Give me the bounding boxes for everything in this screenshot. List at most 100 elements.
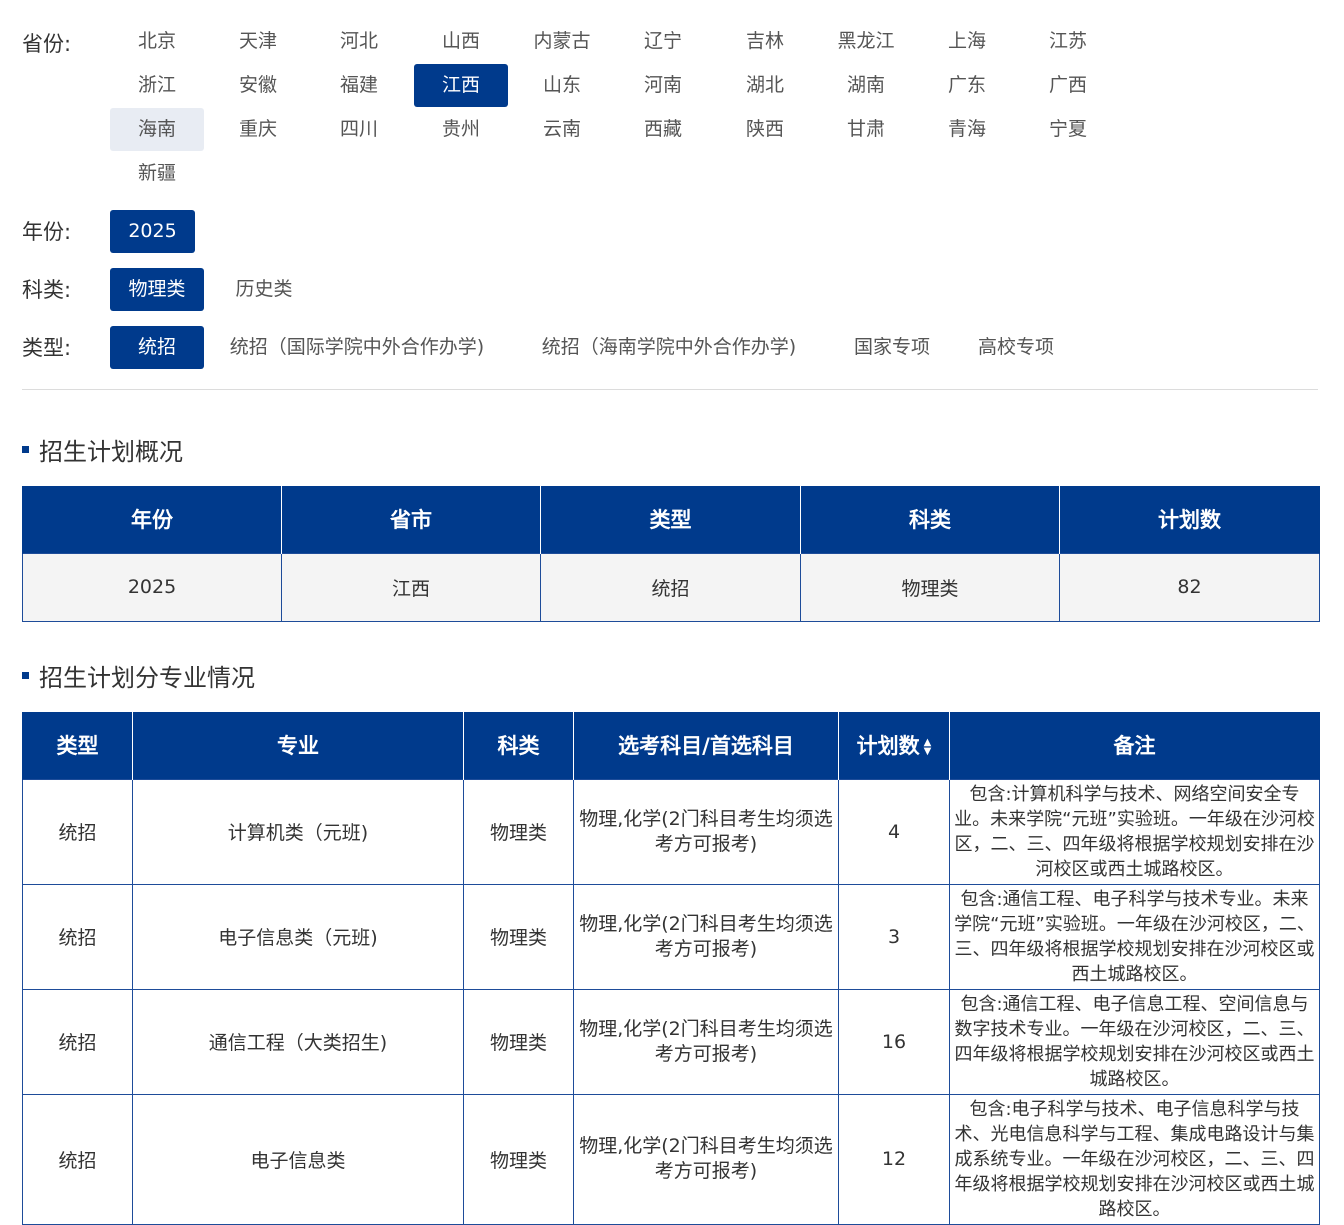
majors-cell-type: 统招 xyxy=(22,883,133,990)
province-option[interactable]: 辽宁 xyxy=(616,20,710,63)
province-option[interactable]: 重庆 xyxy=(211,108,305,151)
summary-header-subject: 科类 xyxy=(800,486,1060,553)
summary-header-type: 类型 xyxy=(540,486,801,553)
province-option[interactable]: 甘肃 xyxy=(819,108,913,151)
table-row: 统招 计算机类（元班) 物理类 物理,化学(2门科目考生均须选考方可报考) 4 包含:计算… xyxy=(22,778,1320,885)
summary-cell-subject: 物理类 xyxy=(800,552,1060,622)
majors-cell-subject: 物理类 xyxy=(463,988,574,1095)
majors-cell-subject: 物理类 xyxy=(463,883,574,990)
province-option[interactable]: 贵州 xyxy=(414,108,508,151)
table-row: 统招 通信工程（大类招生) 物理类 物理,化学(2门科目考生均须选考方可报考) 16 包含… xyxy=(22,988,1320,1095)
province-option[interactable]: 四川 xyxy=(312,108,406,151)
majors-cell-type: 统招 xyxy=(22,778,133,885)
province-option[interactable]: 福建 xyxy=(312,64,406,107)
summary-cell-year: 2025 xyxy=(22,552,282,622)
province-option[interactable]: 宁夏 xyxy=(1021,108,1115,151)
majors-cell-plan-count: 4 xyxy=(838,778,950,885)
summary-title-text: 招生计划概况 xyxy=(39,438,183,466)
type-option-university-special[interactable]: 高校专项 xyxy=(966,326,1066,369)
summary-section-title: 招生计划概况 xyxy=(22,432,183,467)
majors-cell-major: 通信工程（大类招生) xyxy=(132,988,464,1095)
province-option[interactable]: 湖北 xyxy=(718,64,812,107)
province-option[interactable]: 陕西 xyxy=(718,108,812,151)
province-label: 省份: xyxy=(22,32,72,56)
province-option[interactable]: 山东 xyxy=(515,64,609,107)
majors-header-row: 类型 专业 科类 选考科目/首选科目 计划数 ▲ ▼ 备注 xyxy=(22,712,1320,779)
majors-cell-notes: 包含:通信工程、电子科学与技术专业。未来学院“元班”实验班。一年级在沙河校区，二… xyxy=(949,883,1320,990)
majors-cell-major: 电子信息类 xyxy=(132,1093,464,1225)
summary-cell-province: 江西 xyxy=(281,552,541,622)
province-option[interactable]: 青海 xyxy=(920,108,1014,151)
majors-cell-plan-count: 16 xyxy=(838,988,950,1095)
table-row: 统招 电子信息类 物理类 物理,化学(2门科目考生均须选考方可报考) 12 包含:电子科学… xyxy=(22,1093,1320,1225)
province-option[interactable]: 河北 xyxy=(312,20,406,63)
majors-cell-required-subjects: 物理,化学(2门科目考生均须选考方可报考) xyxy=(573,883,839,990)
sort-icon[interactable]: ▲ ▼ xyxy=(924,738,932,757)
majors-cell-plan-count: 12 xyxy=(838,1093,950,1225)
province-option[interactable]: 吉林 xyxy=(718,20,812,63)
subject-option-history[interactable]: 历史类 xyxy=(217,268,311,311)
province-option[interactable]: 上海 xyxy=(920,20,1014,63)
province-option[interactable]: 内蒙古 xyxy=(515,20,609,63)
majors-cell-notes: 包含:计算机科学与技术、网络空间安全专业。未来学院“元班”实验班。一年级在沙河校… xyxy=(949,778,1320,885)
province-option[interactable]: 海南 xyxy=(110,108,204,151)
section-divider xyxy=(22,389,1318,390)
majors-title-text: 招生计划分专业情况 xyxy=(39,664,255,692)
province-option[interactable]: 广东 xyxy=(920,64,1014,107)
majors-header-required-subjects: 选考科目/首选科目 xyxy=(573,712,839,779)
province-option[interactable]: 浙江 xyxy=(110,64,204,107)
summary-table: 年份 省市 类型 科类 计划数 2025 江西 统招 物理类 82 xyxy=(22,486,1320,622)
year-option-2025[interactable]: 2025 xyxy=(110,210,195,253)
type-filter: 类型: 统招 统招（国际学院中外合作办学) 统招（海南学院中外合作办学) 国家专… xyxy=(22,326,1318,369)
majors-header-major: 专业 xyxy=(132,712,464,779)
province-option[interactable]: 河南 xyxy=(616,64,710,107)
majors-cell-required-subjects: 物理,化学(2门科目考生均须选考方可报考) xyxy=(573,1093,839,1225)
province-option[interactable]: 天津 xyxy=(211,20,305,63)
majors-cell-major: 电子信息类（元班) xyxy=(132,883,464,990)
filter-panel: 省份: 北京 天津 河北 山西 内蒙古 辽宁 吉林 黑龙江 上海 江苏浙江 安徽 福建 江西 山东 河南 湖北… xyxy=(22,20,1318,369)
majors-cell-plan-count: 3 xyxy=(838,883,950,990)
majors-cell-notes: 包含:通信工程、电子信息工程、空间信息与数字技术专业。一年级在沙河校区，二、三、… xyxy=(949,988,1320,1095)
province-option[interactable]: 安徽 xyxy=(211,64,305,107)
majors-cell-major: 计算机类（元班) xyxy=(132,778,464,885)
majors-header-plan-count[interactable]: 计划数 ▲ ▼ xyxy=(838,712,950,779)
province-option[interactable]: 北京 xyxy=(110,20,204,63)
year-label: 年份: xyxy=(22,220,72,244)
subject-label: 科类: xyxy=(22,278,72,302)
summary-cell-plan-count: 82 xyxy=(1059,552,1320,622)
province-option[interactable]: 山西 xyxy=(414,20,508,63)
subject-option-physics[interactable]: 物理类 xyxy=(110,268,204,311)
province-option[interactable]: 黑龙江 xyxy=(819,20,913,63)
table-row: 2025 江西 统招 物理类 82 xyxy=(22,552,1320,622)
summary-header-row: 年份 省市 类型 科类 计划数 xyxy=(22,486,1320,553)
province-option[interactable]: 广西 xyxy=(1021,64,1115,107)
majors-cell-subject: 物理类 xyxy=(463,778,574,885)
majors-header-type: 类型 xyxy=(22,712,133,779)
summary-header-plan-count: 计划数 xyxy=(1059,486,1320,553)
type-option-national-special[interactable]: 国家专项 xyxy=(842,326,942,369)
province-option[interactable]: 西藏 xyxy=(616,108,710,151)
majors-section-title: 招生计划分专业情况 xyxy=(22,658,255,693)
province-option[interactable]: 湖南 xyxy=(819,64,913,107)
majors-cell-subject: 物理类 xyxy=(463,1093,574,1225)
type-label: 类型: xyxy=(22,336,72,360)
province-option[interactable]: 新疆 xyxy=(110,152,204,195)
type-option-international-college[interactable]: 统招（国际学院中外合作办学) xyxy=(222,326,492,369)
majors-cell-notes: 包含:电子科学与技术、电子信息科学与技术、光电信息科学与工程、集成电路设计与集成… xyxy=(949,1093,1320,1225)
subject-filter: 科类: 物理类 历史类 xyxy=(22,268,1318,311)
summary-header-province: 省市 xyxy=(281,486,541,553)
majors-cell-type: 统招 xyxy=(22,1093,133,1225)
table-row: 统招 电子信息类（元班) 物理类 物理,化学(2门科目考生均须选考方可报考) 3 包含:通… xyxy=(22,883,1320,990)
province-option[interactable]: 云南 xyxy=(515,108,609,151)
type-option-hainan-college[interactable]: 统招（海南学院中外合作办学) xyxy=(534,326,804,369)
title-bullet xyxy=(22,446,29,453)
province-option[interactable]: 江苏 xyxy=(1021,20,1115,63)
majors-header-notes: 备注 xyxy=(949,712,1320,779)
province-option[interactable]: 江西 xyxy=(414,64,508,107)
title-bullet xyxy=(22,672,29,679)
summary-cell-type: 统招 xyxy=(540,552,801,622)
year-filter: 年份: 2025 xyxy=(22,210,1318,253)
majors-table: 类型 专业 科类 选考科目/首选科目 计划数 ▲ ▼ 备注 统招 计算机类（元班) 物理… xyxy=(22,712,1320,1225)
majors-header-subject: 科类 xyxy=(463,712,574,779)
type-option-general[interactable]: 统招 xyxy=(110,326,204,369)
